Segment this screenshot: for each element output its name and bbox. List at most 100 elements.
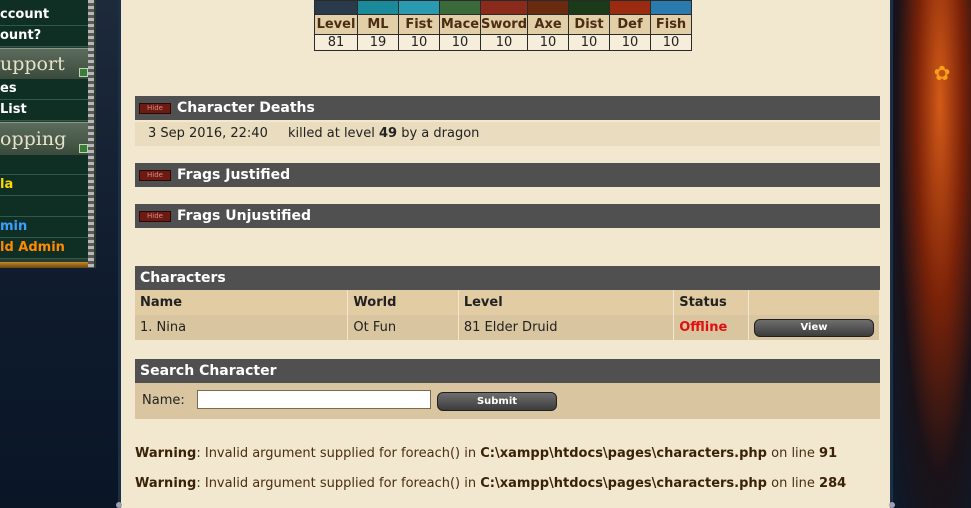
- hide-deaths-button[interactable]: Hide: [139, 102, 171, 114]
- frags-unjustified-title: Frags Unjustified: [177, 208, 312, 224]
- corner-knob-left: [116, 502, 122, 508]
- warning-path: C:\xampp\htdocs\pages\characters.php: [480, 476, 767, 491]
- sword-skill-icon: [479, 0, 529, 15]
- skill-value: 19: [357, 34, 399, 51]
- skill-label: Level: [314, 14, 358, 35]
- menu-header-shopping[interactable]: opping: [0, 122, 88, 156]
- search-form: Name: Submit: [135, 383, 880, 419]
- death-entry: 3 Sep 2016, 22:40 killed at level 49 by …: [135, 122, 880, 146]
- skill-value: 10: [439, 34, 481, 51]
- menu-item-shop-2[interactable]: [0, 196, 88, 217]
- skill-label: Axe: [527, 14, 570, 35]
- corner-knob-right: [889, 502, 895, 508]
- content-panel: Level ML Fist Mace Sword Axe Dist Def Fi…: [116, 0, 895, 508]
- php-warning: Warning: Invalid argument supplied for f…: [135, 446, 837, 461]
- skill-value: 10: [398, 34, 440, 51]
- table-header-row: Name World Level Status: [135, 290, 880, 315]
- menu-item-shop-blank[interactable]: [0, 155, 88, 175]
- death-date: 3 Sep 2016, 22:40: [148, 126, 268, 141]
- menu-item-support-1[interactable]: es: [0, 79, 88, 100]
- search-title: Search Character: [140, 363, 277, 379]
- skills-table: Level ML Fist Mace Sword Axe Dist Def Fi…: [314, 0, 693, 51]
- hide-frags-unjustified-button[interactable]: Hide: [139, 210, 171, 222]
- expand-icon[interactable]: [79, 68, 88, 77]
- characters-table: Name World Level Status 1. Nina Ot Fun 8…: [135, 290, 880, 340]
- menu-item-shop-3[interactable]: min: [0, 217, 88, 238]
- menu-item-shop-4[interactable]: ld Admin: [0, 238, 88, 259]
- hide-frags-justified-button[interactable]: Hide: [139, 169, 171, 181]
- warning-path: C:\xampp\htdocs\pages\characters.php: [480, 446, 767, 461]
- axe-skill-icon: [527, 0, 570, 15]
- deaths-header: Hide Character Deaths: [135, 96, 880, 120]
- skill-label: Dist: [568, 14, 611, 35]
- search-header: Search Character: [135, 359, 880, 383]
- character-world: Ot Fun: [347, 315, 459, 340]
- skill-value: 10: [527, 34, 570, 51]
- menu-header-support[interactable]: upport: [0, 48, 88, 80]
- submit-button[interactable]: Submit: [437, 392, 557, 411]
- skill-label: Def: [609, 14, 652, 35]
- mace-skill-icon: [439, 0, 481, 15]
- skill-label: Fist: [398, 14, 440, 35]
- frags-unjustified-header: Hide Frags Unjustified: [135, 204, 880, 228]
- col-header-world: World: [347, 290, 459, 315]
- menu-item-label: ccount: [0, 7, 50, 22]
- frags-justified-title: Frags Justified: [177, 167, 291, 183]
- leaf-icon: ✿: [933, 61, 951, 85]
- col-header-level: Level: [458, 290, 675, 315]
- skill-label: Fish: [650, 14, 693, 35]
- warning-message: : Invalid argument supplied for foreach(…: [196, 446, 481, 461]
- warning-prefix: Warning: [135, 446, 197, 461]
- menu-item-lost-account[interactable]: ount?: [0, 26, 88, 47]
- menu-item-label: ount?: [0, 28, 42, 43]
- skill-value: 10: [650, 34, 693, 51]
- character-action-cell: View: [748, 315, 880, 340]
- status-badge: Offline: [679, 320, 728, 335]
- warning-message: : Invalid argument supplied for foreach(…: [196, 476, 481, 491]
- menu-header-label: upport: [0, 53, 65, 75]
- shield-skill-icon: [609, 0, 652, 15]
- death-text-after: by a dragon: [401, 126, 480, 141]
- side-menu: ccount ount? upport es List opping la mi…: [0, 0, 96, 268]
- menu-item-label: min: [0, 219, 28, 234]
- death-level: 49: [379, 126, 398, 141]
- warning-line: 284: [819, 476, 847, 491]
- fist-skill-icon: [398, 0, 440, 15]
- menu-item-account[interactable]: ccount: [0, 5, 88, 26]
- warning-line: 91: [819, 446, 838, 461]
- warning-line-text: on line: [766, 476, 820, 491]
- characters-title: Characters: [140, 270, 226, 286]
- col-header-status: Status: [673, 290, 749, 315]
- search-input[interactable]: [197, 390, 431, 409]
- search-label: Name:: [142, 393, 185, 408]
- col-header-action: [748, 290, 880, 315]
- skill-value: 10: [609, 34, 652, 51]
- chain-decoration: [88, 0, 94, 268]
- death-description: killed at level 49 by a dragon: [288, 122, 479, 146]
- menu-item-support-2[interactable]: List: [0, 100, 88, 121]
- menu-item-label: es: [0, 81, 17, 96]
- menu-header-label: opping: [0, 128, 67, 150]
- fishing-skill-icon: [650, 0, 693, 15]
- menu-item-shop-1[interactable]: la: [0, 175, 88, 196]
- character-status: Offline: [673, 315, 749, 340]
- view-button[interactable]: View: [754, 318, 874, 337]
- skill-value: 10: [568, 34, 611, 51]
- menu-item-label: List: [0, 102, 27, 117]
- distance-skill-icon: [568, 0, 611, 15]
- level-skill-icon: [314, 0, 358, 15]
- menu-item-label: ld Admin: [0, 240, 65, 255]
- expand-icon[interactable]: [79, 144, 88, 153]
- menu-bottom-border: [0, 262, 90, 268]
- characters-header: Characters: [135, 266, 880, 290]
- col-header-name: Name: [135, 290, 349, 315]
- character-name[interactable]: 1. Nina: [135, 315, 349, 340]
- magic-skill-icon: [357, 0, 399, 15]
- php-warning: Warning: Invalid argument supplied for f…: [135, 476, 846, 491]
- skill-value: 81: [314, 34, 358, 51]
- character-level: 81 Elder Druid: [458, 315, 675, 340]
- table-row: 1. Nina Ot Fun 81 Elder Druid Offline Vi…: [135, 315, 880, 340]
- skill-label: Mace: [439, 14, 481, 35]
- warning-prefix: Warning: [135, 476, 197, 491]
- skill-label: Sword: [479, 14, 529, 35]
